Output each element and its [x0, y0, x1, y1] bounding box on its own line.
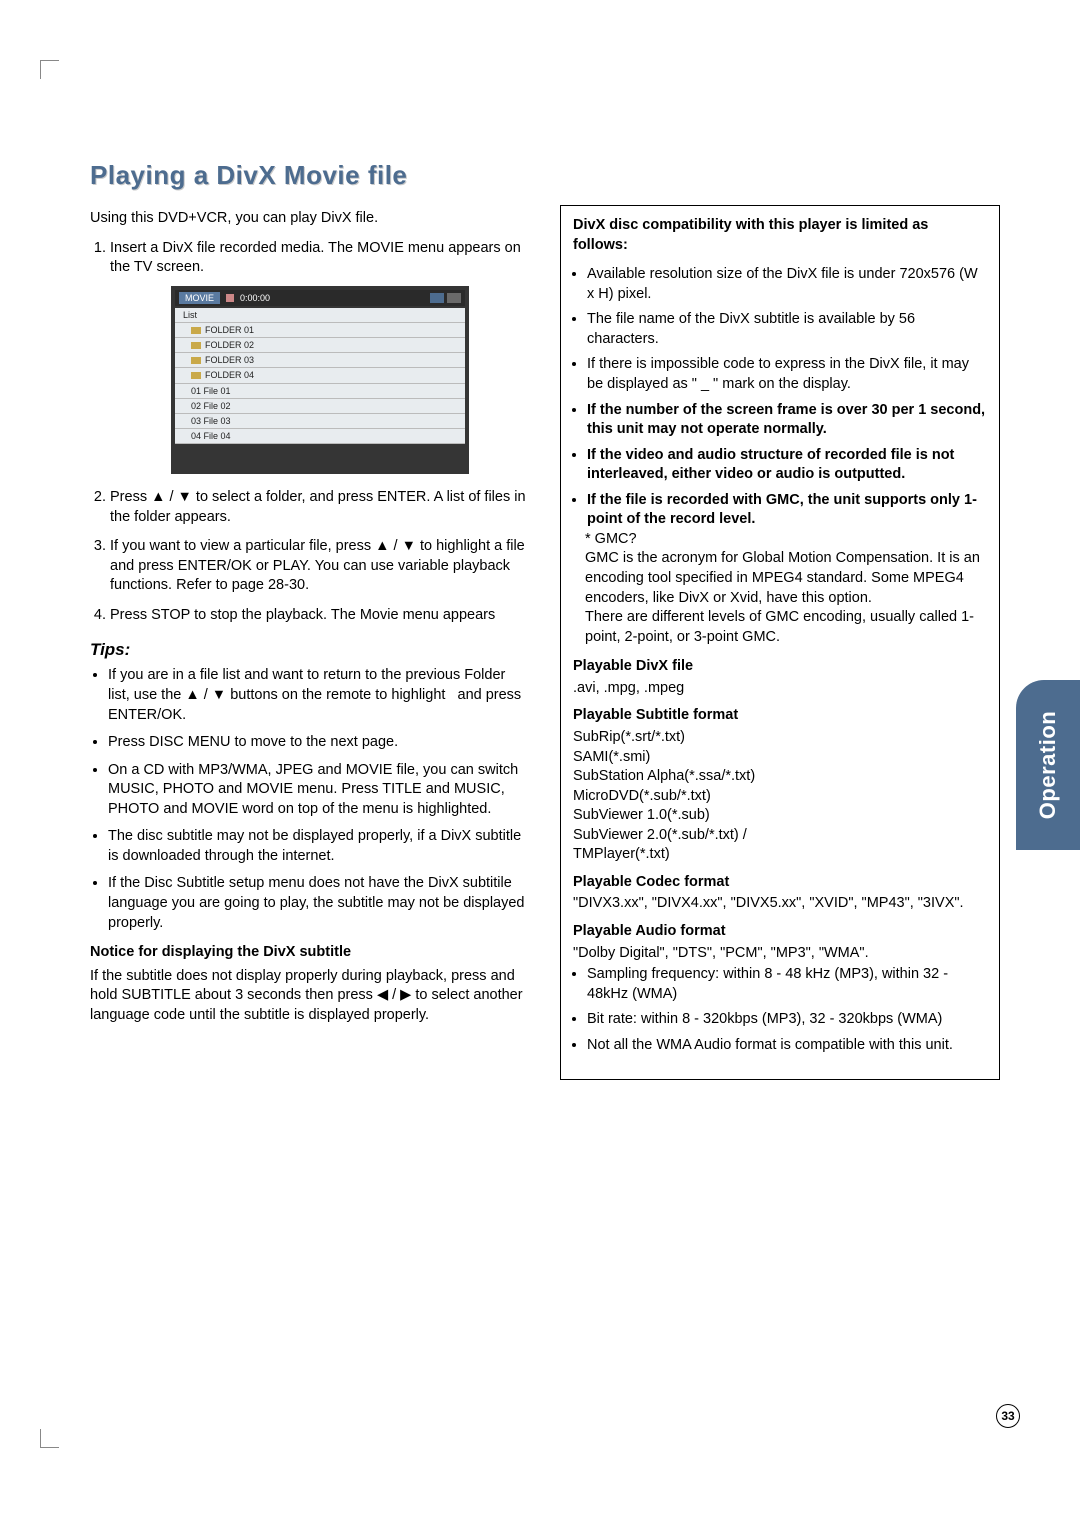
crop-mark-tl — [40, 60, 59, 79]
shot-list-label: List — [183, 309, 197, 321]
compat-heading: DivX disc compatibility with this player… — [573, 216, 987, 255]
tip-item: If the Disc Subtitle setup menu does not… — [108, 874, 530, 933]
gmc-question: * GMC? — [585, 530, 987, 550]
playable-audio-body: "Dolby Digital", "DTS", "PCM", "MP3", "W… — [573, 944, 987, 964]
audio-note: Sampling frequency: within 8 - 48 kHz (M… — [587, 965, 987, 1004]
shot-time: 0:00:00 — [240, 292, 427, 304]
shot-header: MOVIE 0:00:00 — [175, 290, 465, 306]
compatibility-box: DivX disc compatibility with this player… — [560, 205, 1000, 1080]
shot-row-label: 02 File 02 — [191, 400, 231, 412]
shot-row-label: FOLDER 04 — [205, 369, 254, 381]
playable-codec-body: "DIVX3.xx", "DIVX4.xx", "DIVX5.xx", "XVI… — [573, 894, 987, 914]
audio-note: Not all the WMA Audio format is compatib… — [587, 1036, 987, 1056]
shot-row-label: FOLDER 03 — [205, 354, 254, 366]
shot-row-label: FOLDER 02 — [205, 339, 254, 351]
gmc-body: GMC is the acronym for Global Motion Com… — [585, 549, 987, 647]
crop-mark-bl — [40, 1429, 59, 1448]
tip-item: Press DISC MENU to move to the next page… — [108, 733, 530, 753]
tips-list: If you are in a file list and want to re… — [90, 666, 530, 933]
compat-item: The file name of the DivX subtitle is av… — [587, 310, 987, 349]
playable-subtitle-body: SubRip(*.srt/*.txt) SAMI(*.smi) SubStati… — [573, 728, 987, 865]
compat-item: If the number of the screen frame is ove… — [587, 401, 987, 440]
two-column-layout: Using this DVD+VCR, you can play DivX fi… — [90, 205, 1000, 1080]
tip-item: The disc subtitle may not be displayed p… — [108, 827, 530, 866]
section-side-tab: Operation — [1016, 680, 1080, 850]
folder-icon — [191, 327, 201, 334]
shot-row: FOLDER 02 — [175, 338, 465, 353]
tip-item: If you are in a file list and want to re… — [108, 666, 530, 725]
shot-tab-a — [430, 293, 444, 303]
tip-item: On a CD with MP3/WMA, JPEG and MOVIE fil… — [108, 761, 530, 820]
shot-row: 04 File 04 — [175, 429, 465, 444]
folder-icon — [191, 372, 201, 379]
step-item: Press ▲ / ▼ to select a folder, and pres… — [110, 488, 530, 527]
shot-row-label: 01 File 01 — [191, 385, 231, 397]
steps-list: Insert a DivX file recorded media. The M… — [90, 239, 530, 626]
playable-divx-heading: Playable DivX file — [573, 657, 987, 677]
folder-icon — [191, 342, 201, 349]
page-number: 33 — [996, 1404, 1020, 1428]
shot-list-row: List — [175, 308, 465, 323]
left-column: Using this DVD+VCR, you can play DivX fi… — [90, 205, 530, 1080]
playable-codec-heading: Playable Codec format — [573, 873, 987, 893]
shot-row: 02 File 02 — [175, 399, 465, 414]
intro-text: Using this DVD+VCR, you can play DivX fi… — [90, 209, 530, 229]
playable-divx-body: .avi, .mpg, .mpeg — [573, 679, 987, 699]
shot-row-label: 04 File 04 — [191, 430, 231, 442]
shot-row-label: FOLDER 01 — [205, 324, 254, 336]
side-tab-label: Operation — [1035, 711, 1061, 819]
tips-heading: Tips: — [90, 639, 530, 662]
notice-heading: Notice for displaying the DivX subtitle — [90, 943, 530, 963]
shot-row: FOLDER 01 — [175, 323, 465, 338]
right-column: DivX disc compatibility with this player… — [560, 205, 1000, 1080]
folder-icon — [191, 357, 201, 364]
shot-row: 01 File 01 — [175, 384, 465, 399]
shot-row-label: 03 File 03 — [191, 415, 231, 427]
shot-row: FOLDER 03 — [175, 353, 465, 368]
shot-row: 03 File 03 — [175, 414, 465, 429]
step-text: Insert a DivX file recorded media. The M… — [110, 240, 521, 276]
shot-row: FOLDER 04 — [175, 368, 465, 383]
compat-item-text: If the file is recorded with GMC, the un… — [587, 492, 977, 528]
movie-menu-screenshot: MOVIE 0:00:00 List FOLDER 01 FOLDER 02 F… — [171, 286, 469, 474]
shot-title: MOVIE — [179, 292, 220, 304]
shot-tab-b — [447, 293, 461, 303]
audio-notes-list: Sampling frequency: within 8 - 48 kHz (M… — [573, 965, 987, 1055]
compat-item: If there is impossible code to express i… — [587, 355, 987, 394]
step-item: Press STOP to stop the playback. The Mov… — [110, 606, 530, 626]
playable-subtitle-heading: Playable Subtitle format — [573, 706, 987, 726]
page-title: Playing a DivX Movie file — [90, 160, 1000, 191]
manual-page: Playing a DivX Movie file Using this DVD… — [0, 0, 1080, 1528]
compat-list: Available resolution size of the DivX fi… — [573, 265, 987, 647]
audio-note: Bit rate: within 8 - 320kbps (MP3), 32 -… — [587, 1010, 987, 1030]
stop-icon — [226, 294, 234, 302]
compat-item: If the video and audio structure of reco… — [587, 446, 987, 485]
playable-audio-heading: Playable Audio format — [573, 922, 987, 942]
step-item: If you want to view a particular file, p… — [110, 537, 530, 596]
compat-item: Available resolution size of the DivX fi… — [587, 265, 987, 304]
compat-item: If the file is recorded with GMC, the un… — [587, 491, 987, 648]
step-item: Insert a DivX file recorded media. The M… — [110, 239, 530, 475]
notice-body: If the subtitle does not display properl… — [90, 967, 530, 1026]
